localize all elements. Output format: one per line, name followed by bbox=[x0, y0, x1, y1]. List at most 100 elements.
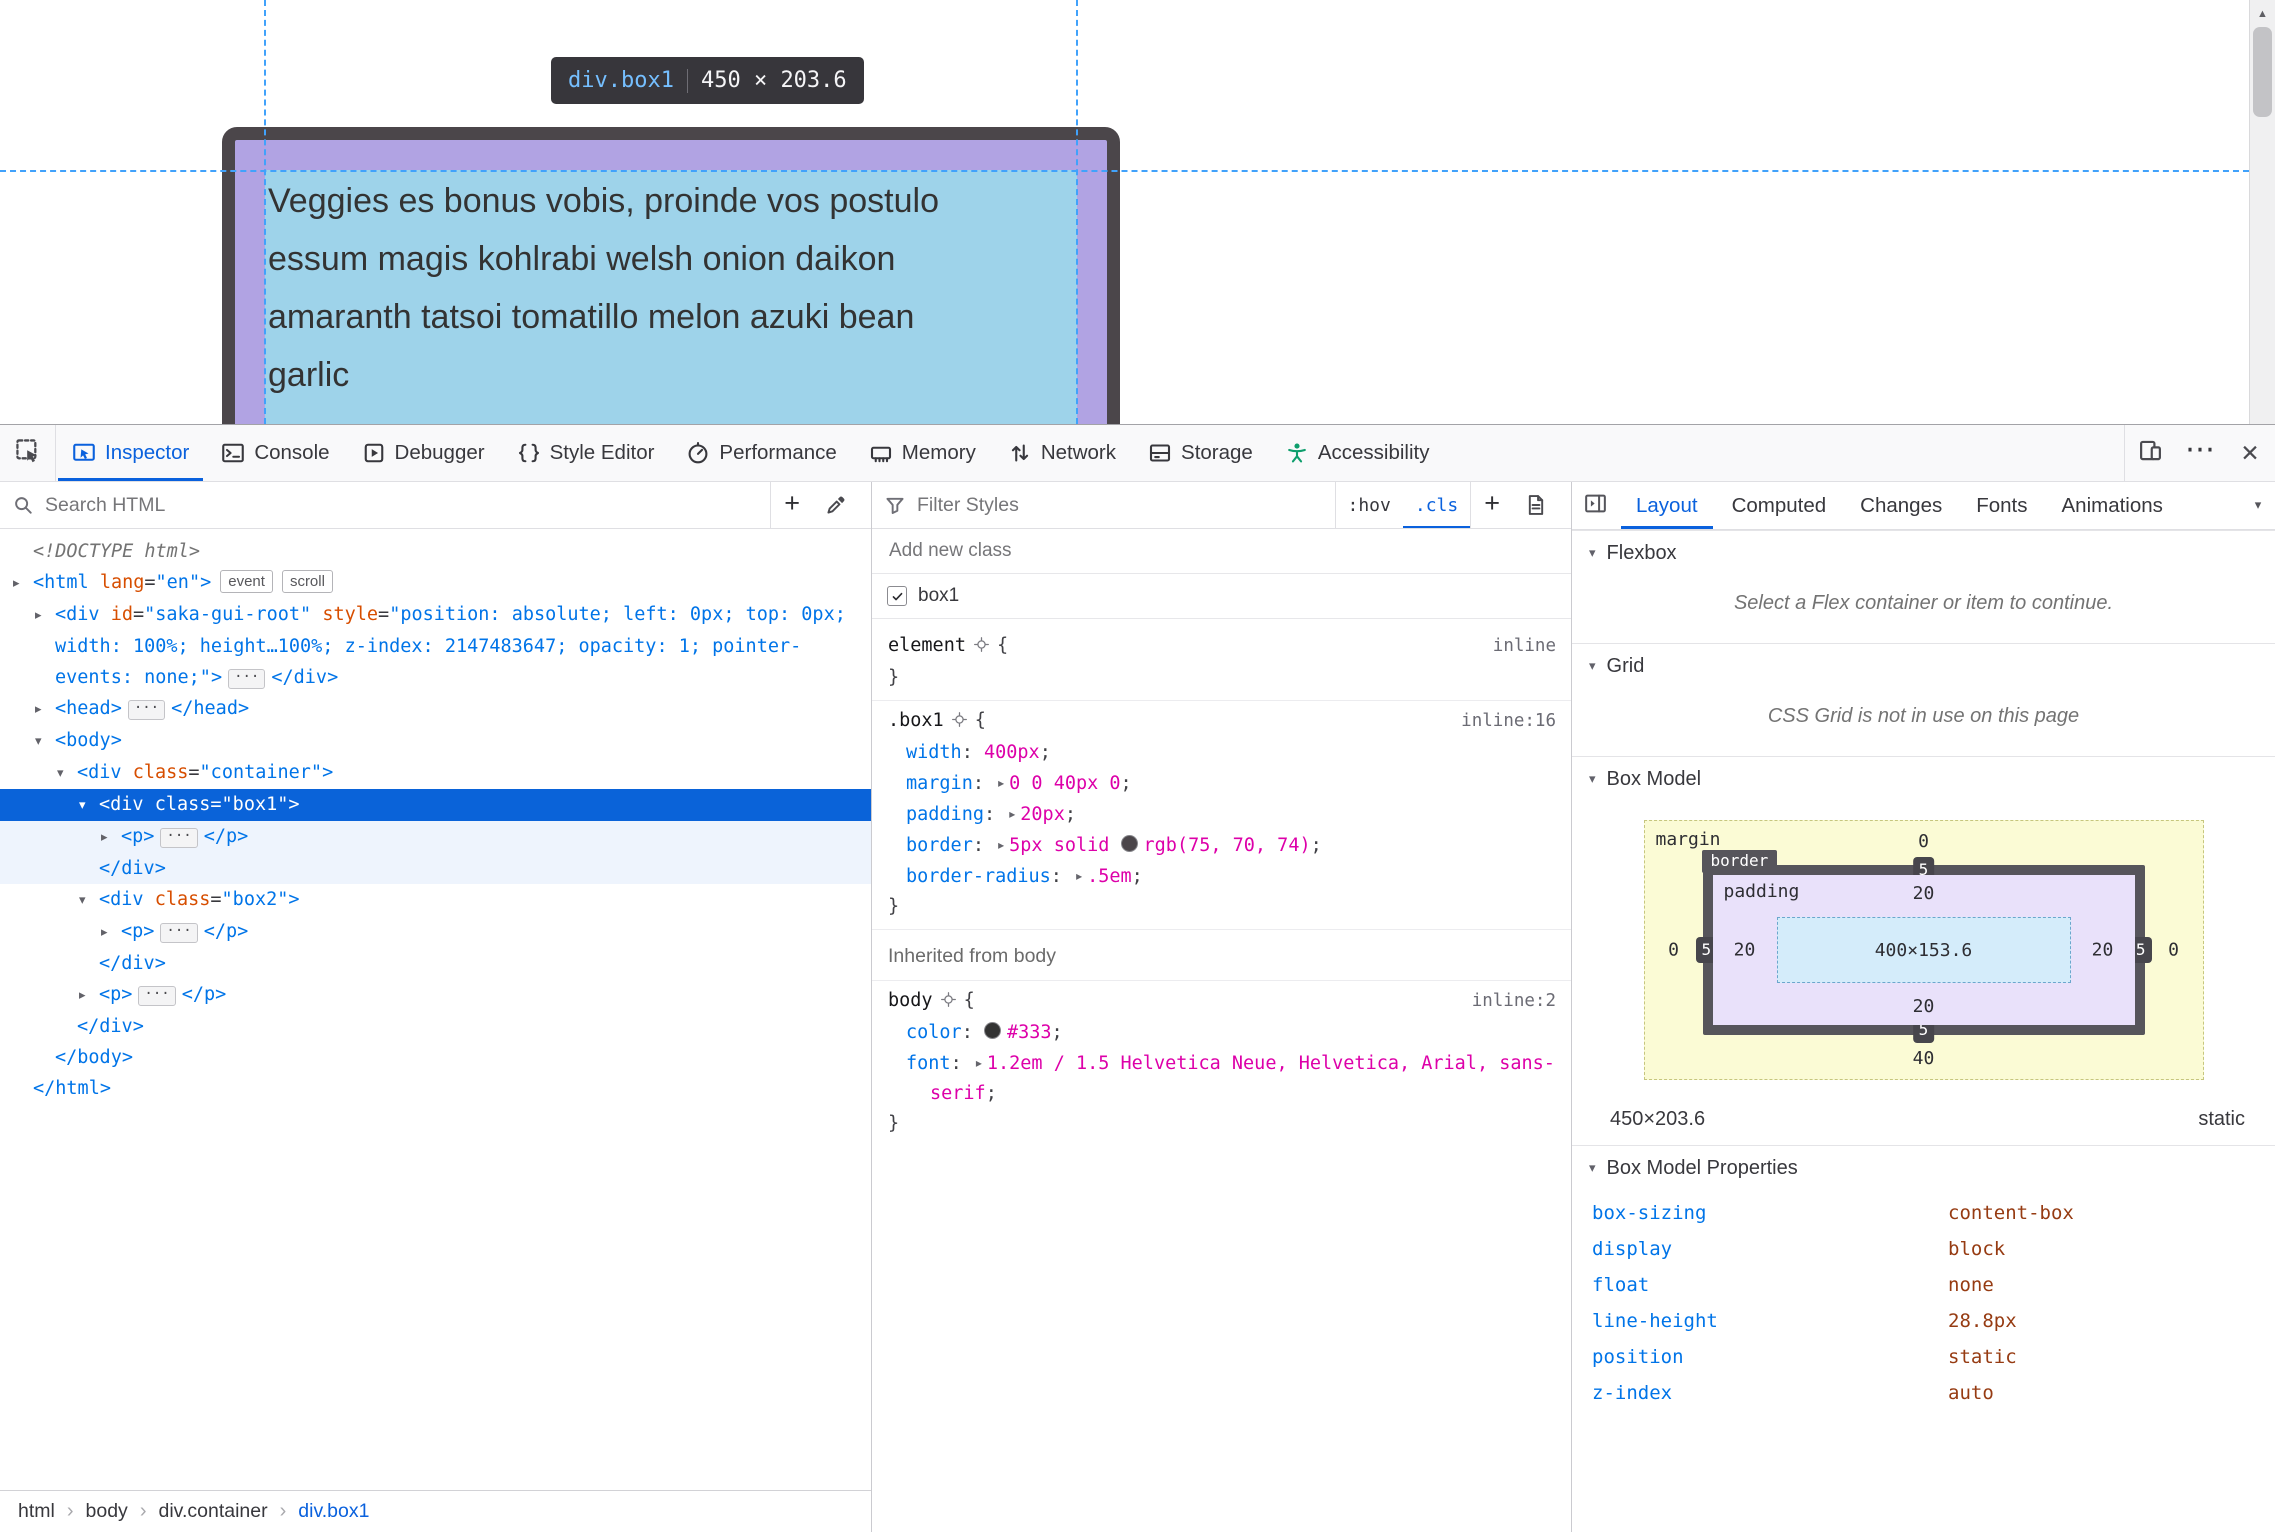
selector-highlighter-icon[interactable] bbox=[973, 633, 990, 652]
markup-row[interactable]: ▸ <div id="saka-gui-root" style="position… bbox=[0, 599, 871, 693]
tab-accessibility[interactable]: Accessibility bbox=[1269, 425, 1446, 481]
search-html-input[interactable] bbox=[43, 492, 771, 518]
css-declaration[interactable]: margin: ▸ 0 0 40px 0; bbox=[872, 768, 1571, 799]
grid-section-header[interactable]: ▾ Grid bbox=[1572, 643, 2275, 689]
markup-row[interactable]: </div> bbox=[0, 1011, 871, 1042]
property-value[interactable]: block bbox=[1948, 1236, 2005, 1262]
filter-styles-input[interactable] bbox=[915, 492, 1335, 518]
add-new-class-input[interactable] bbox=[887, 539, 1556, 563]
markup-row[interactable]: </div> bbox=[0, 853, 871, 884]
box-model-border-area[interactable]: border 5 5 5 5 padding 20 20 20 20 400×1… bbox=[1695, 850, 2152, 1043]
property-value[interactable]: 0 0 40px 0 bbox=[1009, 773, 1120, 794]
expand-arrow-icon[interactable]: ▾ bbox=[57, 758, 77, 789]
markup-row[interactable]: ▾ <div class="container"> bbox=[0, 757, 871, 789]
expand-arrow-icon[interactable]: ▸ bbox=[101, 917, 121, 948]
inline-expander-icon[interactable]: ··· bbox=[127, 700, 166, 720]
property-name[interactable]: color bbox=[906, 1022, 962, 1043]
inline-expander-icon[interactable]: ··· bbox=[228, 669, 266, 689]
scroll-up-icon[interactable]: ▲ bbox=[2250, 0, 2275, 20]
property-value[interactable]: 20px bbox=[1020, 804, 1065, 825]
class-panel-toggle[interactable]: .cls bbox=[1403, 482, 1470, 528]
responsive-design-mode-button[interactable] bbox=[2125, 425, 2175, 481]
add-node-button[interactable]: + bbox=[771, 480, 813, 530]
padding-bottom-value[interactable]: 20 bbox=[1713, 996, 2135, 1017]
box-model-content-area[interactable]: 400×153.6 bbox=[1776, 917, 2071, 983]
tab-memory[interactable]: Memory bbox=[853, 425, 992, 481]
inline-expander-icon[interactable]: ··· bbox=[138, 986, 176, 1006]
property-value[interactable]: 5px solid bbox=[1009, 835, 1120, 856]
markup-row[interactable]: ▸ <p> ··· </p> bbox=[0, 821, 871, 853]
color-swatch[interactable] bbox=[1120, 835, 1138, 852]
devtools-menu-button[interactable]: ⋯ bbox=[2175, 425, 2225, 481]
markup-row[interactable]: <!DOCTYPE html> bbox=[0, 536, 871, 567]
tab-style-editor[interactable]: Style Editor bbox=[501, 425, 671, 481]
rule-location-link[interactable]: inline:2 bbox=[1472, 986, 1556, 1016]
tab-storage[interactable]: Storage bbox=[1132, 425, 1269, 481]
property-value[interactable]: 1.2em / 1.5 Helvetica Neue, Helvetica, A… bbox=[930, 1053, 1555, 1104]
markup-row[interactable]: </div> bbox=[0, 948, 871, 979]
tab-console[interactable]: Console bbox=[205, 425, 345, 481]
css-declaration[interactable]: padding: ▸ 20px; bbox=[872, 799, 1571, 830]
css-declaration[interactable]: width: 400px; bbox=[872, 738, 1571, 768]
inline-expander-icon[interactable]: ··· bbox=[160, 923, 198, 943]
expand-arrow-icon[interactable]: ▸ bbox=[35, 600, 55, 631]
dom-event-badge[interactable]: scroll bbox=[281, 570, 333, 593]
markup-row[interactable]: </body> bbox=[0, 1042, 871, 1073]
expand-arrow-icon[interactable]: ▾ bbox=[79, 790, 99, 821]
expand-arrow-icon[interactable]: ▸ bbox=[35, 694, 55, 725]
expand-shorthand-icon[interactable]: ▸ bbox=[1076, 861, 1082, 891]
print-simulation-button[interactable] bbox=[1513, 482, 1559, 528]
scrollbar-thumb[interactable] bbox=[2253, 27, 2272, 117]
expand-shorthand-icon[interactable]: ▸ bbox=[998, 830, 1004, 860]
tab-debugger[interactable]: Debugger bbox=[346, 425, 501, 481]
box-model-margin-area[interactable]: margin 0 40 0 0 border 5 5 5 5 padding 2… bbox=[1643, 820, 2204, 1080]
box-model-section-header[interactable]: ▾ Box Model bbox=[1572, 756, 2275, 802]
sidebar-tab-layout[interactable]: Layout bbox=[1619, 482, 1715, 529]
close-devtools-button[interactable]: ✕ bbox=[2225, 425, 2275, 481]
selector-highlighter-icon[interactable] bbox=[940, 988, 957, 1007]
expand-arrow-icon[interactable]: ▸ bbox=[101, 822, 121, 853]
property-name[interactable]: font bbox=[906, 1053, 951, 1074]
sidebar-toggle-button[interactable] bbox=[1572, 482, 1619, 529]
property-name[interactable]: padding bbox=[906, 804, 984, 825]
markup-row[interactable]: ▾ <div class="box2"> bbox=[0, 884, 871, 916]
css-declaration[interactable]: border-radius: ▸ .5em; bbox=[872, 861, 1571, 892]
property-value[interactable]: rgb(75, 70, 74) bbox=[1144, 835, 1311, 856]
all-tabs-dropdown-button[interactable]: ▾ bbox=[2241, 482, 2275, 529]
markup-row[interactable]: </html> bbox=[0, 1073, 871, 1104]
pick-element-button[interactable] bbox=[0, 425, 56, 481]
expand-shorthand-icon[interactable]: ▸ bbox=[998, 768, 1004, 798]
selector-highlighter-icon[interactable] bbox=[951, 708, 968, 727]
eyedropper-button[interactable] bbox=[813, 482, 859, 528]
padding-left-value[interactable]: 20 bbox=[1713, 940, 1777, 961]
box-model-padding-area[interactable]: padding 20 20 20 20 400×153.6 bbox=[1712, 875, 2135, 1025]
padding-top-value[interactable]: 20 bbox=[1713, 883, 2135, 904]
markup-row[interactable]: ▾ <body> bbox=[0, 725, 871, 757]
rule-location-link[interactable]: inline:16 bbox=[1461, 706, 1556, 736]
markup-row[interactable]: ▸ <head> ··· </head> bbox=[0, 693, 871, 725]
sidebar-tab-changes[interactable]: Changes bbox=[1843, 482, 1959, 529]
expand-arrow-icon[interactable]: ▾ bbox=[79, 885, 99, 916]
markup-row[interactable]: ▸ <p> ··· </p> bbox=[0, 979, 871, 1011]
tab-inspector[interactable]: Inspector bbox=[56, 425, 205, 481]
sidebar-tab-animations[interactable]: Animations bbox=[2045, 482, 2176, 529]
breadcrumb-item[interactable]: div.container bbox=[156, 1500, 269, 1523]
property-value[interactable]: none bbox=[1948, 1272, 1994, 1298]
rule-selector[interactable]: element bbox=[888, 635, 966, 656]
color-swatch[interactable] bbox=[983, 1022, 1001, 1039]
add-rule-button[interactable]: + bbox=[1471, 480, 1513, 530]
property-name[interactable]: margin bbox=[906, 773, 973, 794]
breadcrumb-item[interactable]: html bbox=[16, 1500, 57, 1523]
expand-shorthand-icon[interactable]: ▸ bbox=[1009, 799, 1015, 829]
sidebar-tab-fonts[interactable]: Fonts bbox=[1959, 482, 2044, 529]
margin-right-value[interactable]: 0 bbox=[2145, 940, 2203, 961]
class-checkbox[interactable] bbox=[887, 586, 907, 606]
tab-performance[interactable]: Performance bbox=[670, 425, 852, 481]
margin-top-value[interactable]: 0 bbox=[1645, 831, 2203, 852]
rule-selector[interactable]: body bbox=[888, 990, 933, 1011]
property-value[interactable]: 400px bbox=[984, 742, 1040, 763]
margin-bottom-value[interactable]: 40 bbox=[1645, 1048, 2203, 1069]
breadcrumb-item[interactable]: div.box1 bbox=[296, 1500, 371, 1523]
expand-shorthand-icon[interactable]: ▸ bbox=[976, 1048, 982, 1078]
css-declaration[interactable]: border: ▸ 5px solid rgb(75, 70, 74); bbox=[872, 830, 1571, 861]
